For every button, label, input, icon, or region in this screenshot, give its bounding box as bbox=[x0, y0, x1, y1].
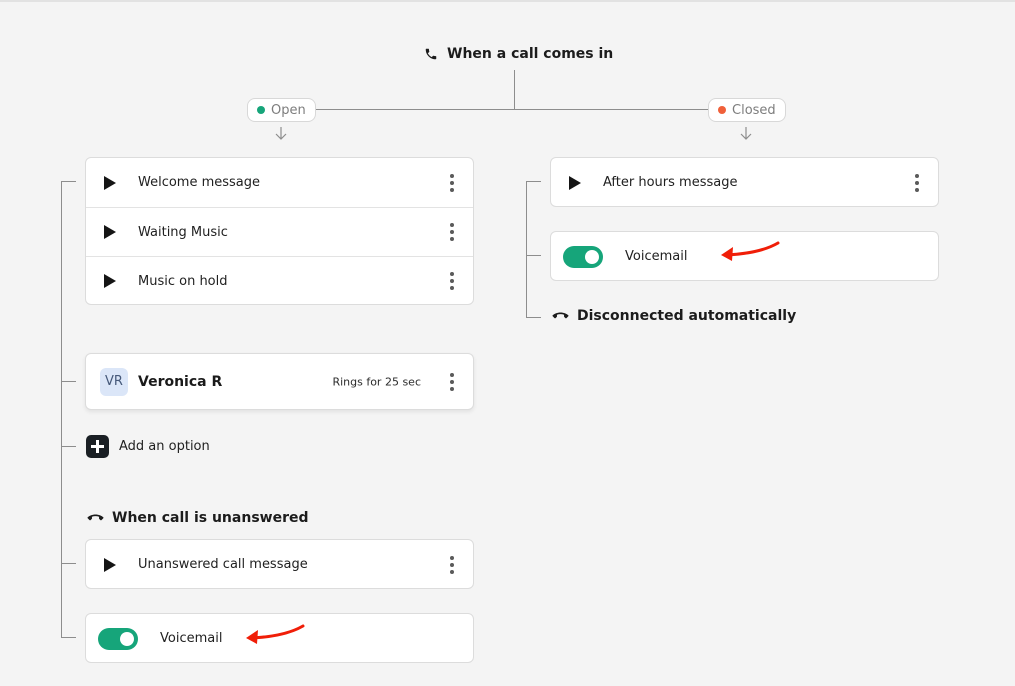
status-dot-closed bbox=[718, 106, 726, 114]
play-icon[interactable] bbox=[104, 225, 116, 239]
tree-branch bbox=[526, 317, 541, 318]
play-icon[interactable] bbox=[104, 274, 116, 288]
flow-title: When a call comes in bbox=[447, 46, 614, 62]
person-card[interactable]: VR Veronica R Rings for 25 sec bbox=[85, 353, 474, 410]
tree-branch bbox=[526, 181, 541, 182]
play-icon[interactable] bbox=[104, 557, 116, 572]
after-hours-card: After hours message bbox=[550, 157, 939, 207]
message-label: Waiting Music bbox=[138, 224, 228, 240]
message-row[interactable]: Waiting Music bbox=[86, 207, 473, 256]
unanswered-title: When call is unanswered bbox=[87, 510, 309, 526]
ring-duration: Rings for 25 sec bbox=[332, 375, 421, 388]
avatar: VR bbox=[100, 367, 128, 396]
add-option[interactable]: Add an option bbox=[86, 435, 210, 458]
branch-closed-pill[interactable]: Closed bbox=[708, 98, 786, 122]
tree-branch bbox=[61, 563, 76, 564]
arrow-down-icon bbox=[740, 127, 752, 140]
person-name: Veronica R bbox=[138, 373, 223, 390]
message-row[interactable]: After hours message bbox=[551, 158, 938, 207]
message-label: Unanswered call message bbox=[138, 557, 308, 572]
message-label: After hours message bbox=[603, 175, 738, 190]
more-options-icon[interactable] bbox=[447, 555, 457, 574]
add-option-label: Add an option bbox=[119, 439, 210, 454]
unanswered-title-text: When call is unanswered bbox=[112, 510, 309, 526]
more-options-icon[interactable] bbox=[912, 173, 922, 192]
status-dot-open bbox=[257, 106, 265, 114]
person-row[interactable]: VR Veronica R Rings for 25 sec bbox=[86, 354, 473, 409]
hang-up-icon bbox=[552, 312, 569, 319]
flow-header: When a call comes in bbox=[424, 44, 613, 64]
annotation-arrow-icon bbox=[721, 241, 780, 261]
voicemail-toggle[interactable] bbox=[563, 245, 603, 268]
arrow-down-icon bbox=[275, 127, 287, 140]
unanswered-message-card: Unanswered call message bbox=[85, 539, 474, 589]
hang-up-icon bbox=[87, 514, 104, 521]
more-options-icon[interactable] bbox=[447, 272, 457, 290]
tree-branch bbox=[61, 446, 76, 447]
branch-open-pill[interactable]: Open bbox=[247, 98, 316, 122]
message-row[interactable]: Music on hold bbox=[86, 256, 473, 305]
play-icon[interactable] bbox=[569, 175, 581, 190]
top-border bbox=[0, 0, 1015, 2]
more-options-icon[interactable] bbox=[447, 173, 457, 192]
message-row[interactable]: Welcome message bbox=[86, 158, 473, 207]
disconnect-label: Disconnected automatically bbox=[552, 308, 796, 324]
connector bbox=[514, 70, 515, 110]
voicemail-label: Voicemail bbox=[625, 249, 688, 264]
tree-trunk-right bbox=[526, 181, 527, 318]
connector bbox=[316, 109, 709, 110]
more-options-icon[interactable] bbox=[447, 372, 457, 391]
tree-branch bbox=[526, 255, 541, 256]
tree-trunk-left bbox=[61, 181, 62, 638]
phone-icon bbox=[425, 48, 437, 60]
branch-open-label: Open bbox=[271, 102, 306, 118]
message-row[interactable]: Unanswered call message bbox=[86, 540, 473, 589]
tree-branch bbox=[61, 637, 76, 638]
play-icon[interactable] bbox=[104, 175, 116, 190]
disconnect-text: Disconnected automatically bbox=[577, 308, 797, 324]
branch-closed-label: Closed bbox=[732, 102, 776, 118]
plus-icon[interactable] bbox=[86, 435, 109, 458]
more-options-icon[interactable] bbox=[447, 223, 457, 241]
open-messages-card: Welcome message Waiting Music Music on h… bbox=[85, 157, 474, 305]
voicemail-label: Voicemail bbox=[160, 631, 223, 646]
tree-branch bbox=[61, 181, 76, 182]
message-label: Welcome message bbox=[138, 175, 261, 190]
tree-branch bbox=[61, 381, 76, 382]
annotation-arrow-icon bbox=[246, 624, 305, 644]
voicemail-toggle[interactable] bbox=[98, 627, 138, 650]
message-label: Music on hold bbox=[138, 273, 228, 289]
